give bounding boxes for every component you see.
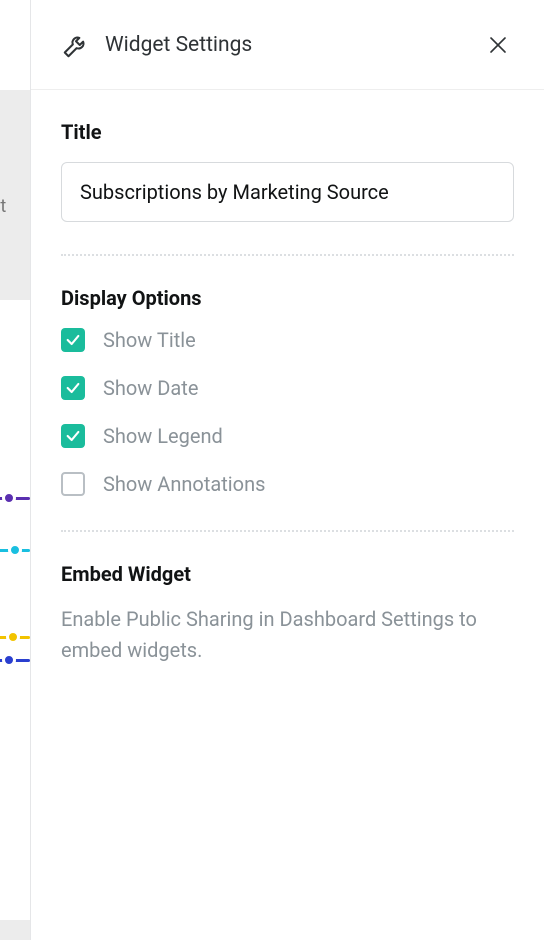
- panel-body: Title Display Options Show Title Show Dat…: [31, 90, 544, 666]
- option-show-title[interactable]: Show Title: [61, 328, 514, 352]
- option-show-date[interactable]: Show Date: [61, 376, 514, 400]
- bg-chart-dot: [8, 543, 22, 557]
- panel-title: Widget Settings: [105, 33, 252, 57]
- option-show-annotations[interactable]: Show Annotations: [61, 472, 514, 496]
- wrench-icon: [61, 30, 91, 60]
- widget-settings-panel: Widget Settings Title Display Options Sh…: [30, 0, 544, 940]
- bg-chart-dot: [2, 653, 16, 667]
- display-options-section: Display Options Show Title Show Date Show …: [61, 286, 514, 496]
- title-label: Title: [61, 120, 514, 144]
- checkbox-icon: [61, 376, 85, 400]
- checkbox-icon: [61, 328, 85, 352]
- option-label: Show Title: [103, 328, 196, 352]
- bg-partial-text: rint: [0, 196, 6, 217]
- option-label: Show Date: [103, 376, 198, 400]
- divider: [61, 254, 514, 256]
- embed-section: Embed Widget Enable Public Sharing in Da…: [61, 562, 514, 666]
- close-icon: [486, 33, 510, 57]
- bg-chart-dot: [2, 491, 16, 505]
- panel-header: Widget Settings: [31, 0, 544, 90]
- bg-rect: [0, 90, 30, 300]
- title-section: Title: [61, 120, 514, 222]
- bg-bottom-rect: [0, 920, 30, 940]
- option-label: Show Annotations: [103, 472, 265, 496]
- widget-title-input[interactable]: [61, 162, 514, 222]
- option-label: Show Legend: [103, 424, 223, 448]
- divider: [61, 530, 514, 532]
- option-show-legend[interactable]: Show Legend: [61, 424, 514, 448]
- embed-label: Embed Widget: [61, 562, 514, 586]
- checkbox-icon: [61, 424, 85, 448]
- embed-description: Enable Public Sharing in Dashboard Setti…: [61, 604, 514, 666]
- panel-title-wrap: Widget Settings: [61, 30, 252, 60]
- bg-chart-dot: [6, 630, 20, 644]
- display-options-label: Display Options: [61, 286, 514, 310]
- background-panel: rint: [0, 0, 30, 940]
- checkbox-icon: [61, 472, 85, 496]
- close-button[interactable]: [482, 29, 514, 61]
